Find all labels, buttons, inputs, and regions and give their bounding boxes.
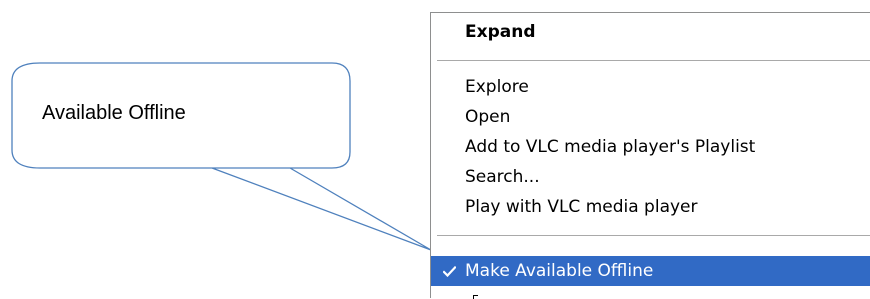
menu-item-partial [431,293,870,299]
menu-item-play-with-vlc[interactable]: Play with VLC media player [431,192,870,222]
context-menu: Expand Explore Open Add to VLC media pla… [430,12,870,299]
callout-label: Available Offline [42,102,186,124]
menu-separator [437,60,870,61]
menu-item-open[interactable]: Open [431,102,870,132]
check-icon [441,256,457,286]
menu-item-make-available-offline[interactable]: Make Available Offline [431,256,870,286]
menu-item-search[interactable]: Search... [431,162,870,192]
menu-item-label: Make Available Offline [465,261,654,281]
menu-item-add-to-vlc-playlist[interactable]: Add to VLC media player's Playlist [431,132,870,162]
menu-separator [437,235,870,236]
menu-item-explore[interactable]: Explore [431,72,870,102]
menu-item-expand[interactable]: Expand [431,17,870,47]
